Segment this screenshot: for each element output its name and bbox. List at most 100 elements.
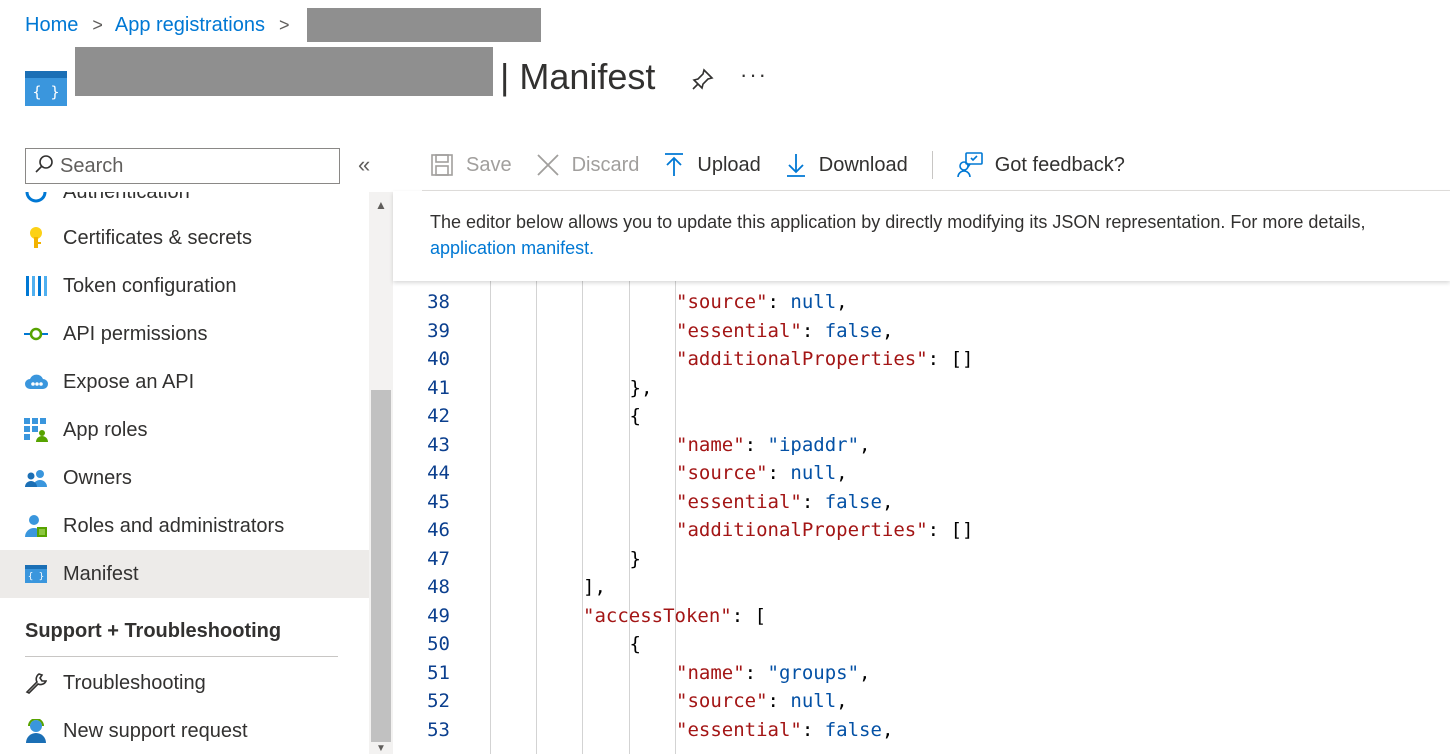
code-text: "source": null, [676,690,848,712]
info-description: The editor below allows you to update th… [430,209,1365,261]
sidebar-item-certificates-secrets[interactable]: Certificates & secrets [0,214,369,262]
code-line[interactable]: 40 "additionalProperties": [] [393,345,1450,373]
upload-label: Upload [697,153,761,176]
line-number: 48 [427,576,450,598]
sidebar-item-label: Owners [63,466,132,489]
command-bar: Save Discard Upload Download Got feedbac… [430,140,1149,190]
svg-text:{ }: { } [32,83,59,101]
code-text: "source": null, [676,291,848,313]
section-divider [25,656,338,657]
json-value: [] [950,519,974,541]
save-label: Save [466,153,512,176]
redacted-app-name-breadcrumb[interactable] [307,8,542,42]
code-line[interactable]: 38 "source": null, [393,288,1450,316]
line-number: 52 [427,690,450,712]
json-value: false [824,319,882,342]
sidebar-item-authentication[interactable]: Authentication [0,192,369,216]
sidebar-item-label: Certificates & secrets [63,226,252,249]
code-line[interactable]: 42 { [393,402,1450,430]
code-text: ], [583,576,606,598]
json-value: [] [950,348,974,370]
pin-icon[interactable] [690,66,716,92]
sidebar-item-roles-and-administrators[interactable]: Roles and administrators [0,502,369,550]
code-line[interactable]: 46 "additionalProperties": [] [393,516,1450,544]
sidebar-item-label: Roles and administrators [63,514,285,537]
manifest-icon: { } [24,562,48,586]
code-line[interactable]: 51 "name": "groups", [393,659,1450,687]
code-line[interactable]: 43 "name": "ipaddr", [393,431,1450,459]
sidebar-item-new-support-request[interactable]: New support request [0,707,369,754]
line-number: 42 [427,405,450,427]
discard-button[interactable]: Discard [536,153,640,177]
json-key: "additionalProperties" [676,348,928,370]
breadcrumb-app-registrations-link[interactable]: App registrations [115,14,265,37]
code-text: { [629,633,641,655]
line-number: 47 [427,547,450,570]
code-line[interactable]: 49 "accessToken": [ [393,602,1450,630]
code-line[interactable]: 53 "essential": false, [393,716,1450,744]
code-text: "accessToken": [ [583,604,767,627]
key-icon [24,226,48,250]
discard-label: Discard [571,153,640,176]
code-line[interactable]: 52 "source": null, [393,687,1450,715]
json-key: "essential" [676,490,802,513]
api-permissions-icon [24,322,48,346]
code-line[interactable]: 48], [393,573,1450,601]
code-line[interactable]: 39 "essential": false, [393,317,1450,345]
sidebar-item-troubleshooting[interactable]: Troubleshooting [0,659,369,707]
download-icon [786,154,805,177]
code-line[interactable]: 50 { [393,630,1450,658]
line-number: 38 [427,291,450,313]
feedback-button[interactable]: Got feedback? [956,152,1125,178]
json-key: "source" [676,462,768,484]
sidebar-scrollbar[interactable]: ▲ ▼ [369,192,393,754]
save-button[interactable]: Save [430,153,512,177]
line-number: 39 [427,319,450,342]
scroll-thumb[interactable] [371,390,391,742]
code-line[interactable]: 45 "essential": false, [393,488,1450,516]
json-key: "essential" [676,718,802,741]
owners-icon [24,466,48,490]
breadcrumb: Home > App registrations > [25,8,542,42]
token-bars-icon [24,274,48,298]
code-text: "name": "groups", [676,661,871,684]
code-text: "additionalProperties": [] [676,348,974,370]
upload-button[interactable]: Upload [663,152,761,178]
json-value: null [790,690,837,712]
sidebar-item-manifest[interactable]: { } Manifest [0,550,369,598]
sidebar-item-expose-an-api[interactable]: Expose an API [0,358,369,406]
sidebar-item-token-configuration[interactable]: Token configuration [0,262,369,310]
breadcrumb-home-link[interactable]: Home [25,14,78,37]
code-text: "essential": false, [676,490,894,513]
upload-icon [665,153,684,176]
code-line[interactable]: 44 "source": null, [393,459,1450,487]
line-number: 43 [427,433,450,456]
roles-admin-icon [24,514,48,538]
more-options-icon[interactable]: ··· [740,62,768,88]
scroll-up-arrow-icon[interactable]: ▲ [369,198,393,214]
line-number: 53 [427,718,450,741]
json-key: "additionalProperties" [676,519,928,541]
code-line[interactable]: 41}, [393,374,1450,402]
json-key: "source" [676,291,768,313]
sidebar-item-owners[interactable]: Owners [0,454,369,502]
support-person-icon [24,719,48,743]
sidebar-item-app-roles[interactable]: App roles [0,406,369,454]
code-line[interactable]: 47} [393,545,1450,573]
json-value: null [790,291,837,313]
application-manifest-link[interactable]: application manifest. [430,235,1365,261]
sidebar-item-api-permissions[interactable]: API permissions [0,310,369,358]
download-label: Download [818,153,908,176]
toolbar-divider [931,151,933,179]
download-button[interactable]: Download [785,152,908,178]
scroll-down-arrow-icon[interactable]: ▼ [369,744,393,754]
sidebar-item-label: Authentication [63,192,190,204]
search-input[interactable] [60,154,320,178]
cloud-api-icon [24,370,48,394]
sidebar-item-label: App roles [63,418,148,441]
json-editor[interactable]: 38 "source": null, 39 "essential": false, 40… [393,281,1450,754]
collapse-sidebar-button[interactable]: « [358,152,370,178]
search-field[interactable] [25,148,340,184]
save-icon [431,154,453,176]
json-key: "essential" [676,319,802,342]
